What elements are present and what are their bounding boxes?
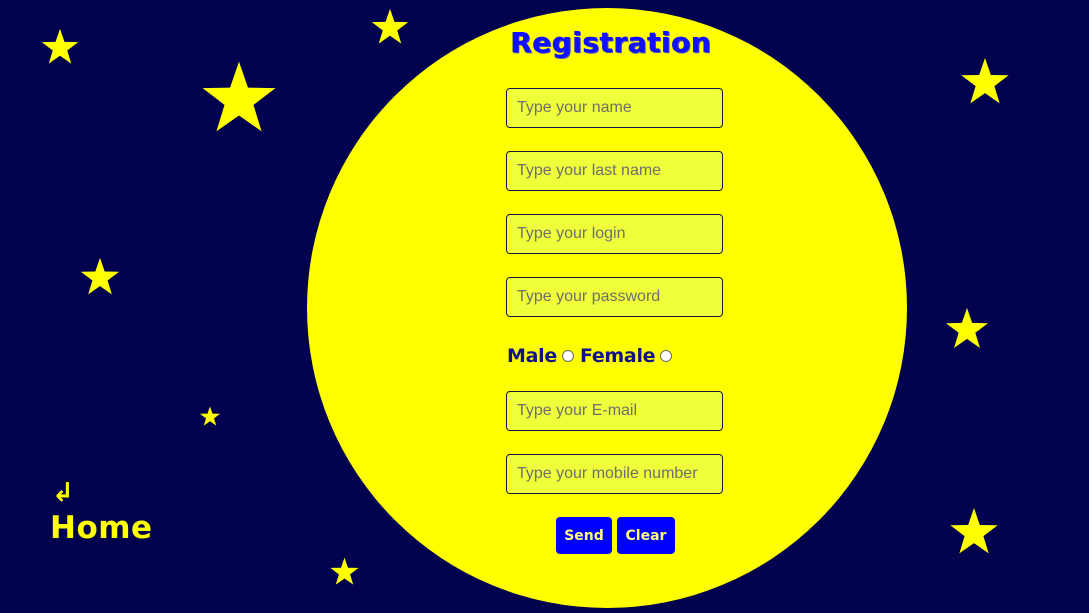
male-radio[interactable] (561, 350, 574, 362)
female-radio[interactable] (660, 350, 673, 362)
return-arrow-icon: ↲ (52, 478, 74, 508)
home-link[interactable]: ↲ Home (50, 478, 153, 548)
page-title: Registration (510, 26, 712, 59)
star-icon (199, 406, 221, 428)
password-field[interactable] (506, 277, 723, 317)
login-field[interactable] (506, 214, 723, 254)
mobile-number-field[interactable] (506, 454, 723, 494)
male-label: Male (507, 345, 557, 367)
home-label: Home (50, 510, 153, 546)
star-icon (948, 507, 1000, 559)
star-icon (944, 307, 990, 353)
star-icon (79, 257, 121, 299)
clear-button[interactable]: Clear (617, 517, 675, 554)
star-icon (199, 60, 279, 140)
gender-selector: Male Female (507, 342, 675, 370)
star-icon (329, 557, 360, 588)
last-name-field[interactable] (506, 151, 723, 191)
send-button[interactable]: Send (556, 517, 612, 554)
female-label: Female (579, 345, 656, 367)
star-icon (959, 57, 1011, 109)
email-field[interactable] (506, 391, 723, 431)
name-field[interactable] (506, 88, 723, 128)
